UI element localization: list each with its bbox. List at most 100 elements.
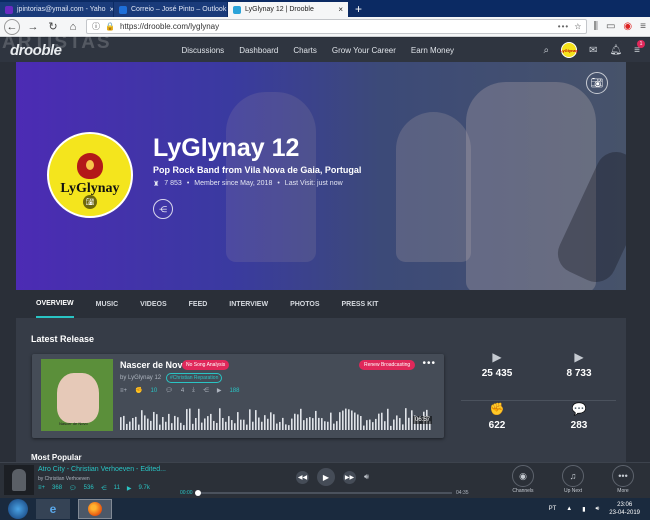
waveform-bar <box>273 414 275 430</box>
player-right-buttons: ◉ Channels ♫ Up Next ••• More <box>504 465 642 494</box>
start-button[interactable] <box>8 499 28 519</box>
waveform-bar <box>216 422 218 430</box>
browser-tab-drooble[interactable]: LyGlynay 12 | Drooble × <box>228 2 348 17</box>
rewind-icon[interactable]: ◀◀ <box>296 470 309 484</box>
progress-knob[interactable] <box>195 490 201 496</box>
waveform-bar <box>186 409 188 430</box>
nav-earn-money[interactable]: Earn Money <box>411 46 454 55</box>
renew-broadcasting-button[interactable]: Renew Broadcasting <box>359 360 416 370</box>
waveform-bar <box>348 409 350 430</box>
waveform-bar <box>315 410 317 430</box>
volume-icon[interactable]: 🔊︎ <box>596 506 600 513</box>
taskbar-app-ie[interactable]: e <box>36 499 70 519</box>
info-icon[interactable]: ⓘ <box>92 21 100 32</box>
waveform-bar <box>225 421 227 430</box>
share-icon[interactable]: ⋲ <box>153 199 173 219</box>
waveform-bar <box>132 418 134 430</box>
like-icon[interactable]: ✊ <box>135 387 142 394</box>
song-byline[interactable]: by LyGlynay 12 <box>120 375 161 381</box>
user-avatar-text: LyGlynay <box>560 47 578 53</box>
sidebar-icon[interactable]: ▭ <box>606 21 615 32</box>
comment-icon[interactable]: 💬︎ <box>69 485 77 492</box>
most-popular-title: Most Popular <box>31 453 82 462</box>
player-artist[interactable]: by Christian Verhoeven <box>38 476 90 482</box>
tab-photos[interactable]: PHOTOS <box>290 290 319 318</box>
nav-charts[interactable]: Charts <box>293 46 317 55</box>
player-thumbnail[interactable] <box>4 465 34 495</box>
waveform-bar <box>321 418 323 430</box>
camera-icon[interactable]: 📷︎ <box>586 72 608 94</box>
waveform-bar <box>345 408 347 430</box>
menu-icon[interactable]: ≡ 1 <box>634 39 645 56</box>
release-cover[interactable]: Nascer de Novo <box>41 359 113 431</box>
close-icon[interactable]: × <box>110 5 113 14</box>
add-to-playlist-icon[interactable]: ≡+ <box>120 388 127 394</box>
no-analysis-badge[interactable]: No Song Analysis <box>182 360 230 370</box>
play-button[interactable]: ▶ <box>317 468 335 486</box>
progress-bar[interactable] <box>195 490 452 496</box>
comment-icon[interactable]: 💬︎ <box>165 387 173 394</box>
nav-dashboard[interactable]: Dashboard <box>239 46 278 55</box>
page-actions-icon[interactable]: ••• <box>558 22 569 31</box>
tray-arrow-icon[interactable]: ▲ <box>566 506 572 512</box>
lock-icon: 🔒 <box>105 22 115 31</box>
profile-avatar[interactable]: LyGlynay 📷︎ <box>47 132 133 218</box>
stat-youtube: ▶ 8 733 <box>543 350 615 379</box>
playlist-icon[interactable]: ≡+ <box>38 485 45 492</box>
time-current: 00:00 <box>180 490 193 496</box>
library-icon[interactable]: ⫼ <box>593 21 598 32</box>
address-bar[interactable]: ⓘ 🔒 https://drooble.com/lyglynay ••• ☆ <box>86 19 588 34</box>
chat-icon: 💬 <box>571 402 587 416</box>
addon-icon[interactable]: ◉ <box>623 21 632 32</box>
more-options-icon[interactable]: ••• <box>422 358 436 369</box>
channels-button[interactable]: ◉ Channels <box>504 465 542 494</box>
taskbar-app-firefox[interactable] <box>78 499 112 519</box>
volume-icon[interactable]: 🔊︎ <box>364 472 369 482</box>
download-icon[interactable]: ⤓ <box>192 387 195 394</box>
waveform-bar <box>405 408 407 430</box>
clock[interactable]: 23:06 23-04-2019 <box>609 501 640 517</box>
tab-overview[interactable]: OVERVIEW <box>36 290 74 318</box>
band-photo-figure <box>226 92 316 262</box>
tab-press-kit[interactable]: PRESS KIT <box>342 290 379 318</box>
close-icon[interactable]: × <box>338 5 343 14</box>
bell-icon[interactable]: 🔔︎ <box>609 45 622 56</box>
waveform-bar <box>408 417 410 430</box>
camera-icon[interactable]: 📷︎ <box>83 195 97 209</box>
language-indicator[interactable]: PT <box>549 506 557 512</box>
share-icon[interactable]: ⋲ <box>101 485 107 492</box>
waveform-bar <box>327 421 329 430</box>
menu-icon[interactable]: ≡ <box>640 21 646 32</box>
tab-interview[interactable]: INTERVIEW <box>229 290 268 318</box>
youtube-icon: ▶ <box>574 350 584 364</box>
tab-videos[interactable]: VIDEOS <box>140 290 166 318</box>
song-title[interactable]: Nascer de Novo <box>120 360 188 370</box>
bookmark-star-icon[interactable]: ☆ <box>574 22 581 31</box>
url-text[interactable]: https://drooble.com/lyglynay <box>120 22 219 31</box>
waveform-bar <box>171 423 173 430</box>
fast-forward-icon[interactable]: ▶▶ <box>343 470 356 484</box>
genre-tag[interactable]: #Christian Reparation <box>166 373 223 383</box>
network-icon[interactable]: ▮ <box>582 506 585 513</box>
waveform-bar <box>291 418 293 430</box>
player-track-title[interactable]: Atro City - Christian Verhoeven - Edited… <box>38 466 166 473</box>
waveform-bar <box>270 412 272 430</box>
tab-music[interactable]: MUSIC <box>96 290 119 318</box>
up-next-button[interactable]: ♫ Up Next <box>554 465 592 494</box>
waveform[interactable] <box>120 404 432 430</box>
search-icon[interactable]: ⌕ <box>543 45 549 56</box>
user-avatar[interactable]: LyGlynay <box>560 42 578 58</box>
player-shares: 11 <box>113 485 120 491</box>
waveform-bar <box>174 415 176 430</box>
browser-tab-yahoo[interactable]: jpintorias@ymail.com - Yaho × <box>0 2 113 17</box>
share-icon[interactable]: ⋲ <box>203 387 209 394</box>
browser-tab-outlook[interactable]: Correio – José Pinto – Outlook × <box>114 2 227 17</box>
new-tab-button[interactable]: + <box>349 2 368 17</box>
more-button[interactable]: ••• More <box>604 465 642 494</box>
tab-feed[interactable]: FEED <box>189 290 208 318</box>
messages-icon[interactable]: ✉ <box>589 45 597 56</box>
waveform-bar <box>165 421 167 430</box>
waveform-bar <box>420 423 422 430</box>
nav-discussions[interactable]: Discussions <box>182 46 225 55</box>
nav-grow-career[interactable]: Grow Your Career <box>332 46 396 55</box>
